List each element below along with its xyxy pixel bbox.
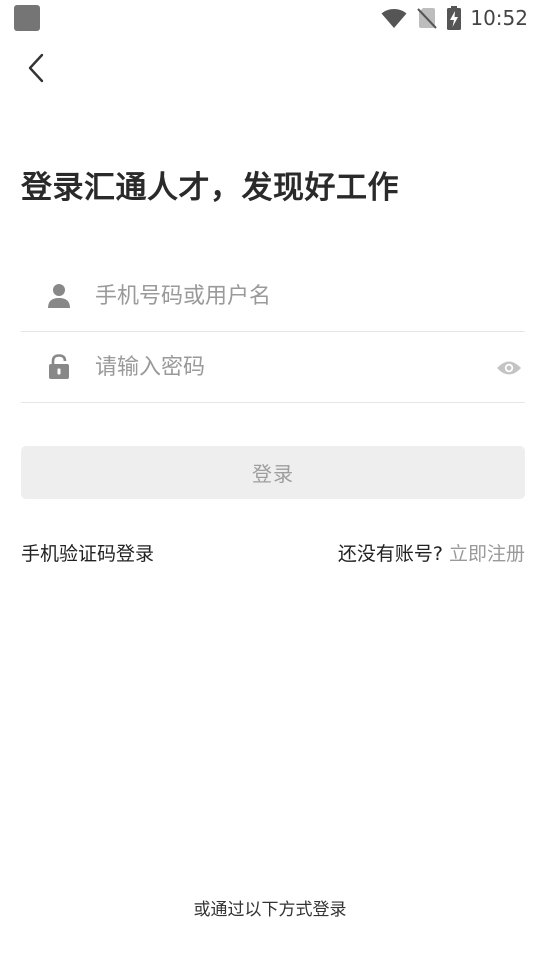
register-link[interactable]: 立即注册	[449, 543, 525, 565]
eye-icon	[497, 361, 521, 375]
sms-login-link[interactable]: 手机验证码登录	[21, 539, 154, 566]
register-prompt: 还没有账号? 立即注册	[338, 539, 525, 566]
password-visibility-toggle[interactable]	[495, 355, 523, 381]
status-icons: 10:52	[381, 0, 528, 36]
password-field-row	[21, 333, 525, 403]
other-login-title: 或通过以下方式登录	[193, 900, 347, 920]
username-field-row	[21, 262, 525, 332]
register-question: 还没有账号?	[337, 543, 443, 565]
lock-icon	[46, 354, 72, 380]
wifi-icon	[381, 9, 407, 28]
back-button[interactable]	[18, 50, 54, 86]
password-input[interactable]	[95, 347, 475, 387]
chevron-left-icon	[28, 53, 44, 83]
status-bar: 10:52	[0, 0, 540, 36]
app-icon	[14, 5, 40, 31]
login-button[interactable]: 登录	[21, 446, 525, 499]
battery-charging-icon	[447, 6, 462, 30]
page-title: 登录汇通人才，发现好工作	[21, 170, 399, 206]
no-sim-icon	[417, 8, 438, 29]
username-input[interactable]	[95, 276, 475, 316]
status-time: 10:52	[470, 6, 528, 30]
user-icon	[46, 283, 72, 309]
